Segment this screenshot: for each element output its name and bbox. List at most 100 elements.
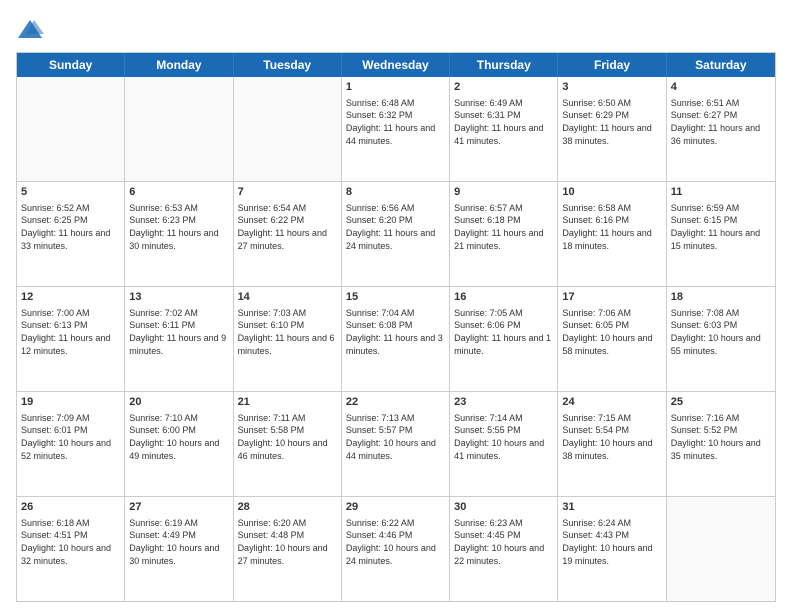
table-row: 31 Sunrise: 6:24 AMSunset: 4:43 PMDayligh…: [558, 497, 666, 601]
table-row: 21 Sunrise: 7:11 AMSunset: 5:58 PMDayligh…: [234, 392, 342, 496]
cell-detail: Sunrise: 6:51 AMSunset: 6:27 PMDaylight:…: [671, 97, 771, 147]
table-row: 2 Sunrise: 6:49 AMSunset: 6:31 PMDaylight…: [450, 77, 558, 181]
day-number: 24: [562, 395, 661, 410]
day-number: 9: [454, 185, 553, 200]
table-row: 25Sunrise: 7:16 AMSunset: 5:52 PMDayligh…: [667, 392, 775, 496]
cell-detail: Sunrise: 6:20 AMSunset: 4:48 PMDaylight:…: [238, 517, 337, 567]
day-number: 22: [346, 395, 445, 410]
table-row: [667, 497, 775, 601]
day-number: 1: [346, 80, 445, 95]
day-number: 21: [238, 395, 337, 410]
table-row: 27 Sunrise: 6:19 AMSunset: 4:49 PMDayligh…: [125, 497, 233, 601]
table-row: 6 Sunrise: 6:53 AMSunset: 6:23 PMDaylight…: [125, 182, 233, 286]
table-row: 16 Sunrise: 7:05 AMSunset: 6:06 PMDayligh…: [450, 287, 558, 391]
cell-detail: Sunrise: 7:05 AMSunset: 6:06 PMDaylight:…: [454, 307, 553, 357]
calendar-row-2: 5Sunrise: 6:52 AMSunset: 6:25 PMDaylight…: [17, 181, 775, 286]
day-number: 7: [238, 185, 337, 200]
cell-detail: Sunrise: 6:22 AMSunset: 4:46 PMDaylight:…: [346, 517, 445, 567]
table-row: 23Sunrise: 7:14 AMSunset: 5:55 PMDayligh…: [450, 392, 558, 496]
day-number: 28: [238, 500, 337, 515]
table-row: 4 Sunrise: 6:51 AMSunset: 6:27 PMDaylight…: [667, 77, 775, 181]
calendar: SundayMondayTuesdayWednesdayThursdayFrid…: [16, 52, 776, 602]
day-number: 14: [238, 290, 337, 305]
cell-detail: Sunrise: 6:24 AMSunset: 4:43 PMDaylight:…: [562, 517, 661, 567]
day-number: 31: [562, 500, 661, 515]
cell-detail: Sunrise: 6:52 AMSunset: 6:25 PMDaylight:…: [21, 202, 120, 252]
day-number: 20: [129, 395, 228, 410]
table-row: [125, 77, 233, 181]
day-number: 10: [562, 185, 661, 200]
table-row: [17, 77, 125, 181]
cell-detail: Sunrise: 6:23 AMSunset: 4:45 PMDaylight:…: [454, 517, 553, 567]
day-number: 19: [21, 395, 120, 410]
day-number: 6: [129, 185, 228, 200]
day-number: 4: [671, 80, 771, 95]
day-number: 16: [454, 290, 553, 305]
cell-detail: Sunrise: 6:19 AMSunset: 4:49 PMDaylight:…: [129, 517, 228, 567]
day-number: 29: [346, 500, 445, 515]
calendar-row-4: 19 Sunrise: 7:09 AMSunset: 6:01 PMDayligh…: [17, 391, 775, 496]
day-number: 11: [671, 185, 771, 200]
cell-detail: Sunrise: 7:11 AMSunset: 5:58 PMDaylight:…: [238, 412, 337, 462]
day-number: 8: [346, 185, 445, 200]
day-number: 2: [454, 80, 553, 95]
day-number: 13: [129, 290, 228, 305]
cell-detail: Sunrise: 6:48 AMSunset: 6:32 PMDaylight:…: [346, 97, 445, 147]
cell-detail: Sunrise: 6:53 AMSunset: 6:23 PMDaylight:…: [129, 202, 228, 252]
table-row: 12 Sunrise: 7:00 AMSunset: 6:13 PMDayligh…: [17, 287, 125, 391]
logo-icon: [16, 16, 44, 44]
cell-detail: Sunrise: 7:15 AMSunset: 5:54 PMDaylight:…: [562, 412, 661, 462]
table-row: 8 Sunrise: 6:56 AMSunset: 6:20 PMDaylight…: [342, 182, 450, 286]
day-number: 17: [562, 290, 661, 305]
table-row: 13 Sunrise: 7:02 AMSunset: 6:11 PMDayligh…: [125, 287, 233, 391]
cell-detail: Sunrise: 7:10 AMSunset: 6:00 PMDaylight:…: [129, 412, 228, 462]
day-number: 26: [21, 500, 120, 515]
day-header-thursday: Thursday: [450, 53, 558, 77]
table-row: [234, 77, 342, 181]
cell-detail: Sunrise: 7:04 AMSunset: 6:08 PMDaylight:…: [346, 307, 445, 357]
table-row: 24 Sunrise: 7:15 AMSunset: 5:54 PMDayligh…: [558, 392, 666, 496]
table-row: 22 Sunrise: 7:13 AMSunset: 5:57 PMDayligh…: [342, 392, 450, 496]
table-row: 20 Sunrise: 7:10 AMSunset: 6:00 PMDayligh…: [125, 392, 233, 496]
page: SundayMondayTuesdayWednesdayThursdayFrid…: [0, 0, 792, 612]
day-header-monday: Monday: [125, 53, 233, 77]
day-header-friday: Friday: [558, 53, 666, 77]
day-header-wednesday: Wednesday: [342, 53, 450, 77]
day-header-tuesday: Tuesday: [234, 53, 342, 77]
day-number: 23: [454, 395, 553, 410]
cell-detail: Sunrise: 6:18 AMSunset: 4:51 PMDaylight:…: [21, 517, 120, 567]
day-number: 30: [454, 500, 553, 515]
calendar-header: SundayMondayTuesdayWednesdayThursdayFrid…: [17, 53, 775, 77]
calendar-body: 1 Sunrise: 6:48 AMSunset: 6:32 PMDaylight…: [17, 77, 775, 601]
table-row: 5Sunrise: 6:52 AMSunset: 6:25 PMDaylight…: [17, 182, 125, 286]
day-number: 27: [129, 500, 228, 515]
day-number: 18: [671, 290, 771, 305]
calendar-row-1: 1 Sunrise: 6:48 AMSunset: 6:32 PMDaylight…: [17, 77, 775, 181]
cell-detail: Sunrise: 7:09 AMSunset: 6:01 PMDaylight:…: [21, 412, 120, 462]
table-row: 9 Sunrise: 6:57 AMSunset: 6:18 PMDaylight…: [450, 182, 558, 286]
header: [16, 16, 776, 44]
day-number: 12: [21, 290, 120, 305]
table-row: 15Sunrise: 7:04 AMSunset: 6:08 PMDayligh…: [342, 287, 450, 391]
cell-detail: Sunrise: 6:58 AMSunset: 6:16 PMDaylight:…: [562, 202, 661, 252]
cell-detail: Sunrise: 6:56 AMSunset: 6:20 PMDaylight:…: [346, 202, 445, 252]
day-header-saturday: Saturday: [667, 53, 775, 77]
cell-detail: Sunrise: 6:59 AMSunset: 6:15 PMDaylight:…: [671, 202, 771, 252]
table-row: 3Sunrise: 6:50 AMSunset: 6:29 PMDaylight…: [558, 77, 666, 181]
table-row: 29 Sunrise: 6:22 AMSunset: 4:46 PMDayligh…: [342, 497, 450, 601]
cell-detail: Sunrise: 6:49 AMSunset: 6:31 PMDaylight:…: [454, 97, 553, 147]
cell-detail: Sunrise: 7:13 AMSunset: 5:57 PMDaylight:…: [346, 412, 445, 462]
table-row: 17Sunrise: 7:06 AMSunset: 6:05 PMDayligh…: [558, 287, 666, 391]
table-row: 30 Sunrise: 6:23 AMSunset: 4:45 PMDayligh…: [450, 497, 558, 601]
cell-detail: Sunrise: 6:57 AMSunset: 6:18 PMDaylight:…: [454, 202, 553, 252]
calendar-row-3: 12 Sunrise: 7:00 AMSunset: 6:13 PMDayligh…: [17, 286, 775, 391]
cell-detail: Sunrise: 6:50 AMSunset: 6:29 PMDaylight:…: [562, 97, 661, 147]
table-row: 26 Sunrise: 6:18 AMSunset: 4:51 PMDayligh…: [17, 497, 125, 601]
table-row: 18Sunrise: 7:08 AMSunset: 6:03 PMDayligh…: [667, 287, 775, 391]
table-row: 14Sunrise: 7:03 AMSunset: 6:10 PMDayligh…: [234, 287, 342, 391]
table-row: 28 Sunrise: 6:20 AMSunset: 4:48 PMDayligh…: [234, 497, 342, 601]
table-row: 19 Sunrise: 7:09 AMSunset: 6:01 PMDayligh…: [17, 392, 125, 496]
day-header-sunday: Sunday: [17, 53, 125, 77]
cell-detail: Sunrise: 7:00 AMSunset: 6:13 PMDaylight:…: [21, 307, 120, 357]
cell-detail: Sunrise: 7:02 AMSunset: 6:11 PMDaylight:…: [129, 307, 228, 357]
